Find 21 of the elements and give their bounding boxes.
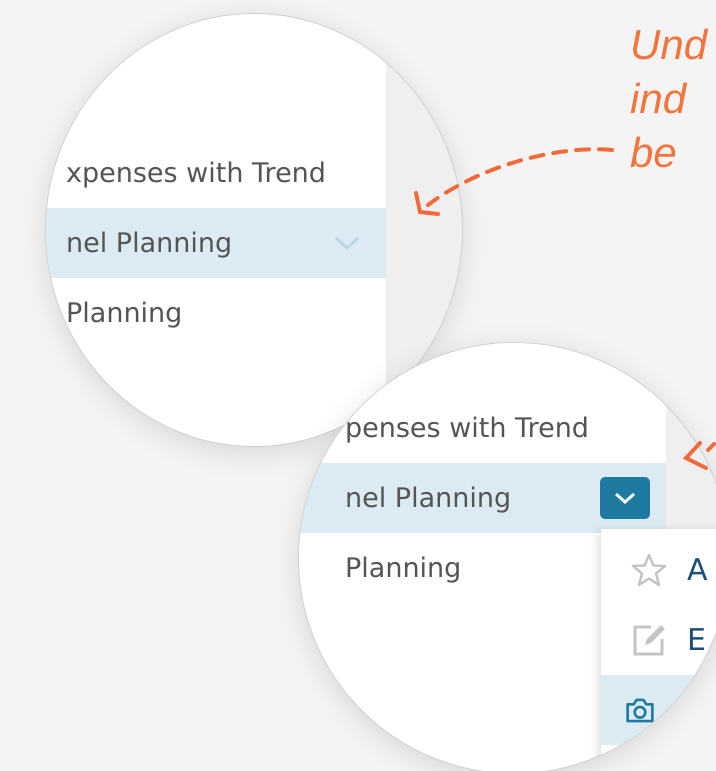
- chevron-down-icon: [614, 492, 636, 504]
- camera-icon: [625, 698, 655, 722]
- list-item[interactable]: Planning: [46, 278, 386, 348]
- list-item[interactable]: nel Planning: [46, 208, 386, 278]
- star-icon: [631, 553, 667, 587]
- annotation-text: Und ind be: [630, 20, 708, 178]
- list-item-label: xpenses with Trend: [66, 158, 327, 188]
- list-item-label: nel Planning: [66, 228, 234, 258]
- list-item-label: Planning: [345, 552, 462, 584]
- list-item-label: Planning: [66, 298, 184, 328]
- menu-item-label: E: [687, 622, 706, 658]
- dropdown-button[interactable]: [600, 477, 650, 519]
- menu-item[interactable]: E: [601, 605, 716, 675]
- list-item-label: penses with Trend: [345, 412, 590, 444]
- list-item[interactable]: nel Planning: [299, 463, 666, 533]
- list-item[interactable]: penses with Trend: [299, 393, 666, 463]
- list-item-label: nel Planning: [345, 482, 512, 514]
- list-item[interactable]: xpenses with Trend: [46, 138, 386, 208]
- menu-item-label: A: [687, 552, 708, 588]
- menu-item[interactable]: A: [601, 535, 716, 605]
- edit-icon: [631, 622, 667, 658]
